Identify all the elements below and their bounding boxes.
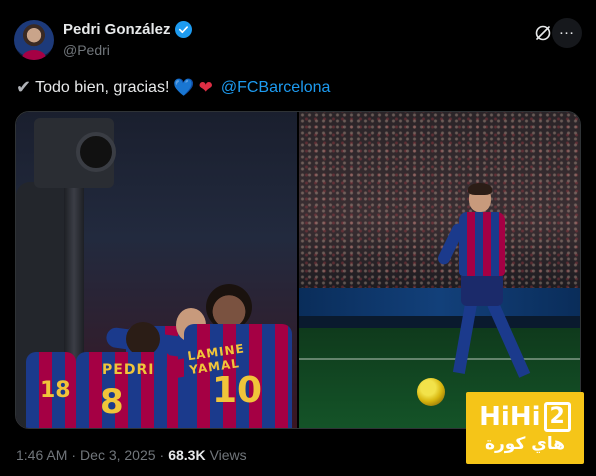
jersey-number-18: 18 [40,378,71,403]
grok-icon[interactable] [534,24,552,42]
player-leg [452,302,477,374]
media-photo-pedri-ball[interactable] [299,112,580,428]
red-heart-icon: ❤ [198,77,213,97]
verified-badge-icon[interactable] [174,21,192,38]
hihi2-watermark-logo: HiHi 2 هاي كورة [466,392,584,464]
author-handle[interactable]: @Pedri [63,42,110,58]
pedri-jersey: PEDRI 8 [76,352,172,428]
pedri-player [435,183,531,416]
media-photo-celebration[interactable]: PEDRI 8 LAMINE YAMAL 10 18 [16,112,297,428]
lamine-yamal-jersey: LAMINE YAMAL 10 [184,324,292,428]
watermark-arabic-text: هاي كورة [484,433,566,454]
author-avatar[interactable] [14,20,54,60]
player-leg [487,301,531,378]
jersey-number-10: 10 [212,370,263,411]
player-shorts [461,276,503,306]
author-name-row[interactable]: Pedri González [63,21,192,38]
author-display-name[interactable]: Pedri González [63,21,171,38]
tweet-text: ✔ Todo bien, gracias! 💙 ❤ @FCBarcelona [16,77,330,98]
watermark-brand-number: 2 [543,402,571,432]
tweet-date[interactable]: Dec 3, 2025 [80,447,156,463]
camera-lens [76,132,116,172]
tweet-header: Pedri González @Pedri … [14,18,582,62]
meta-separator: · [159,447,165,463]
mention-link[interactable]: @FCBarcelona [221,79,331,97]
tweet-time[interactable]: 1:46 AM [16,447,67,463]
jersey-name-pedri: PEDRI [102,362,155,378]
player-jersey-18: 18 [26,352,76,428]
tweet-meta: 1:46 AM · Dec 3, 2025 · 68.3K Views [16,447,247,463]
blue-heart-icon: 💙 [173,77,195,97]
views-count: 68.3K [168,447,206,463]
more-options-button[interactable]: … [552,18,582,48]
jersey-number-8: 8 [100,382,124,422]
player-head [126,322,160,356]
views-label: Views [209,447,247,463]
check-mark-icon: ✔ [16,77,32,97]
watermark-brand: HiHi 2 [479,402,571,432]
more-options-icon: … [558,21,576,38]
player-hair [468,183,492,195]
celebration-scene: PEDRI 8 LAMINE YAMAL 10 18 [16,112,297,428]
watermark-brand-main: HiHi [479,402,541,432]
player-shirt [459,212,505,276]
tweet-body: Todo bien, gracias! [35,78,170,96]
tweet-media: PEDRI 8 LAMINE YAMAL 10 18 [15,111,581,429]
meta-separator: · [71,447,77,463]
football [417,378,445,406]
